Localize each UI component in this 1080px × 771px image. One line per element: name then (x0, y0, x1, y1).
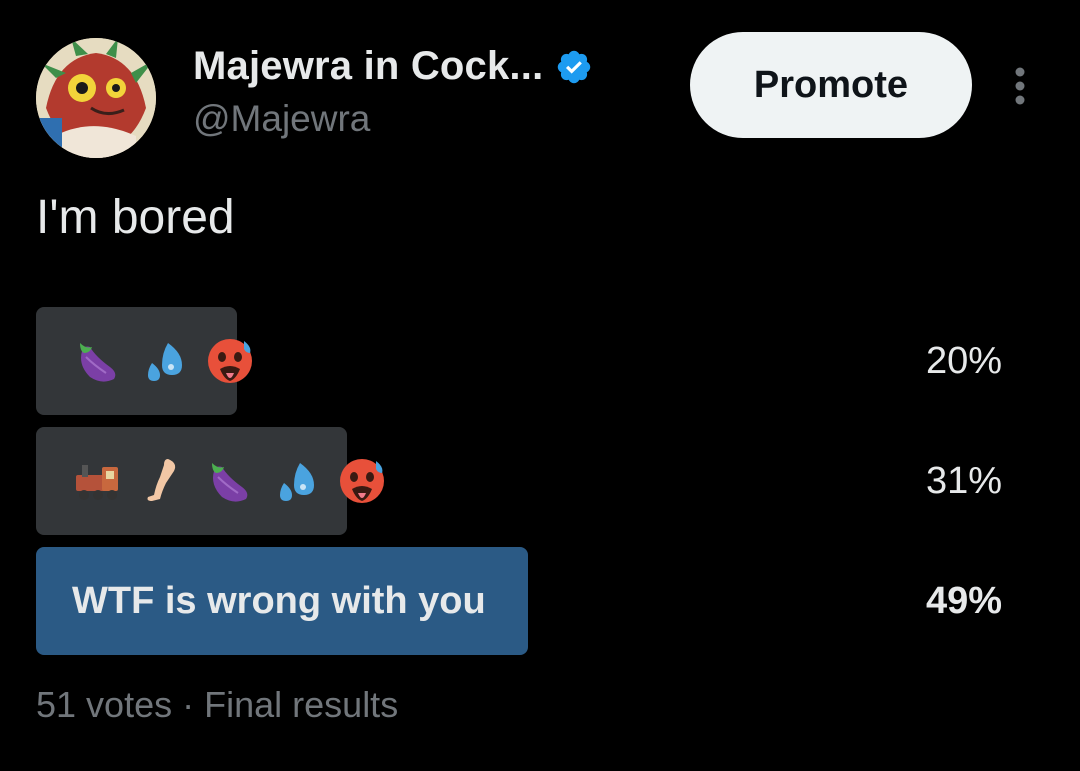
leg-icon (147, 459, 176, 501)
poll-option: WTF is wrong with you 49% (36, 547, 1002, 655)
eggplant-icon (80, 343, 116, 382)
poll-option: 31% (36, 427, 1002, 535)
poll-status: Final results (204, 684, 399, 725)
locomotive-icon (76, 465, 118, 500)
post-text: I'm bored (36, 191, 235, 244)
post-card: Majewra in Cock... @Majewra Promote I'm … (0, 0, 1080, 771)
poll-vote-count: 51 votes (36, 684, 173, 725)
eggplant-icon (212, 463, 248, 502)
poll-percentage: 31% (925, 459, 1002, 502)
author-name-row: Majewra in Cock... (193, 44, 593, 89)
poll-footer: 51 votes · Final results (36, 684, 398, 726)
hot-face-icon (340, 459, 384, 503)
poll-percentage: 20% (925, 339, 1002, 382)
more-options-icon[interactable] (1004, 64, 1036, 108)
author-display-name[interactable]: Majewra in Cock... (193, 44, 543, 89)
poll-option-label (72, 307, 270, 415)
sweat-droplets-icon (148, 343, 182, 381)
author-handle[interactable]: @Majewra (193, 98, 370, 140)
sweat-droplets-icon (280, 463, 314, 501)
poll-footer-separator: · (182, 684, 195, 725)
poll-option-label: WTF is wrong with you (72, 547, 486, 655)
verified-badge-icon (558, 50, 591, 83)
avatar[interactable] (36, 38, 156, 158)
promote-button[interactable]: Promote (690, 32, 972, 138)
poll-option-text: WTF is wrong with you (72, 579, 486, 622)
poll-option-label (72, 427, 402, 535)
poll-percentage: 49% (925, 579, 1002, 622)
hot-face-icon (208, 339, 252, 383)
avatar-image (36, 38, 156, 158)
poll-option: 20% (36, 307, 1002, 415)
